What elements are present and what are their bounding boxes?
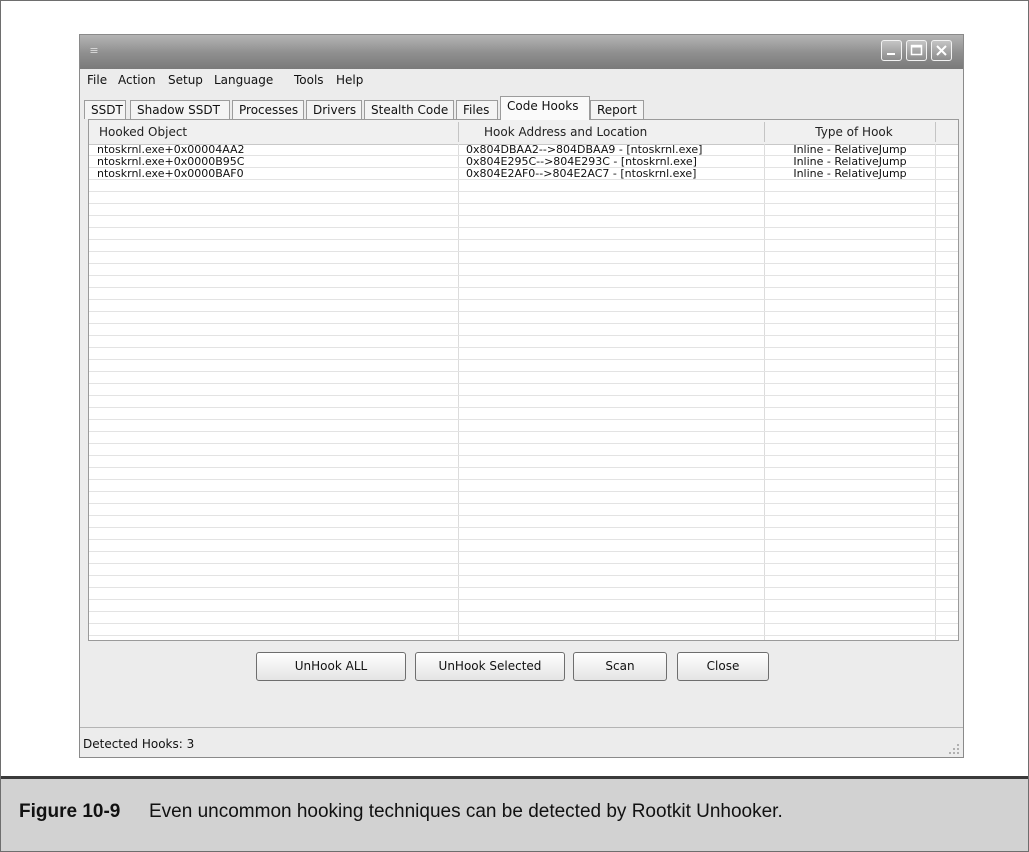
tab-files[interactable]: Files — [456, 100, 498, 119]
empty-row — [89, 420, 958, 432]
empty-row — [89, 408, 958, 420]
column-divider[interactable] — [764, 122, 765, 142]
column-header-hooked-object[interactable]: Hooked Object — [99, 125, 187, 139]
column-header-type-of-hook[interactable]: Type of Hook — [794, 125, 914, 139]
empty-row — [89, 564, 958, 576]
tab-stealth-code[interactable]: Stealth Code — [364, 100, 454, 119]
scan-button[interactable]: Scan — [573, 652, 667, 681]
minimize-icon — [887, 53, 895, 55]
column-header-hook-address[interactable]: Hook Address and Location — [484, 125, 647, 139]
empty-row — [89, 576, 958, 588]
empty-row — [89, 192, 958, 204]
system-menu-icon[interactable]: ≡ — [88, 44, 100, 58]
figure-area: ≡ File Action Setup Language Tools Help — [1, 1, 1028, 776]
menu-action[interactable]: Action — [118, 73, 156, 87]
tab-report[interactable]: Report — [590, 100, 644, 119]
close-window-button[interactable] — [931, 40, 952, 61]
hook-address-cell: 0x804E295C-->804E293C - [ntoskrnl.exe] — [466, 155, 697, 168]
table-row[interactable]: ntoskrnl.exe+0x0000BAF0 0x804E2AF0-->804… — [89, 168, 958, 180]
maximize-button[interactable] — [906, 40, 927, 61]
empty-row — [89, 492, 958, 504]
empty-row — [89, 180, 958, 192]
empty-row — [89, 588, 958, 600]
empty-row — [89, 288, 958, 300]
close-button[interactable]: Close — [677, 652, 769, 681]
empty-row — [89, 276, 958, 288]
empty-row — [89, 612, 958, 624]
empty-row — [89, 600, 958, 612]
empty-row — [89, 240, 958, 252]
empty-row — [89, 348, 958, 360]
empty-row — [89, 468, 958, 480]
tab-processes[interactable]: Processes — [232, 100, 304, 119]
maximize-icon — [910, 44, 923, 56]
empty-row — [89, 432, 958, 444]
tab-ssdt[interactable]: SSDT — [84, 100, 126, 119]
empty-row — [89, 216, 958, 228]
empty-row — [89, 312, 958, 324]
column-divider[interactable] — [935, 122, 936, 142]
resize-grip-icon[interactable] — [948, 743, 960, 755]
menu-tools[interactable]: Tools — [294, 73, 324, 87]
hooked-object-cell: ntoskrnl.exe+0x00004AA2 — [97, 143, 245, 156]
list-header: Hooked Object Hook Address and Location … — [89, 120, 958, 145]
empty-row — [89, 228, 958, 240]
empty-row — [89, 252, 958, 264]
empty-row — [89, 552, 958, 564]
unhook-all-button[interactable]: UnHook ALL — [256, 652, 406, 681]
empty-row — [89, 528, 958, 540]
empty-row — [89, 456, 958, 468]
figure-caption: Figure 10-9 Even uncommon hooking techni… — [1, 779, 1028, 851]
hooks-list[interactable]: Hooked Object Hook Address and Location … — [88, 119, 959, 641]
empty-row — [89, 372, 958, 384]
menu-file[interactable]: File — [87, 73, 107, 87]
empty-row — [89, 324, 958, 336]
caption-text: Even uncommon hooking techniques can be … — [149, 801, 783, 822]
empty-row — [89, 480, 958, 492]
hooked-object-cell: ntoskrnl.exe+0x0000B95C — [97, 155, 245, 168]
hook-type-cell: Inline - RelativeJump — [793, 155, 907, 168]
empty-row — [89, 384, 958, 396]
empty-row — [89, 300, 958, 312]
close-icon — [936, 45, 947, 56]
detected-hooks-status: Detected Hooks: 3 — [83, 737, 195, 751]
empty-row — [89, 204, 958, 216]
tab-code-hooks[interactable]: Code Hooks — [500, 96, 590, 120]
menu-language[interactable]: Language — [214, 73, 273, 87]
empty-row — [89, 336, 958, 348]
title-bar[interactable]: ≡ — [80, 35, 963, 69]
menu-setup[interactable]: Setup — [168, 73, 203, 87]
status-bar: Detected Hooks: 3 — [80, 727, 963, 758]
app-window: ≡ File Action Setup Language Tools Help — [79, 34, 964, 758]
unhook-selected-button[interactable]: UnHook Selected — [415, 652, 565, 681]
empty-row — [89, 444, 958, 456]
tab-drivers[interactable]: Drivers — [306, 100, 362, 119]
figure-frame: ≡ File Action Setup Language Tools Help — [0, 0, 1029, 852]
tab-strip: SSDT Shadow SSDT Processes Drivers Steal… — [80, 89, 963, 120]
tab-shadow-ssdt[interactable]: Shadow SSDT — [130, 100, 230, 119]
empty-row — [89, 624, 958, 636]
hooked-object-cell: ntoskrnl.exe+0x0000BAF0 — [97, 167, 244, 180]
empty-row — [89, 264, 958, 276]
hook-address-cell: 0x804E2AF0-->804E2AC7 - [ntoskrnl.exe] — [466, 167, 697, 180]
menu-help[interactable]: Help — [336, 73, 363, 87]
empty-row — [89, 504, 958, 516]
minimize-button[interactable] — [881, 40, 902, 61]
column-divider[interactable] — [458, 122, 459, 142]
empty-row — [89, 396, 958, 408]
caption-label: Figure 10-9 — [19, 801, 121, 822]
hook-type-cell: Inline - RelativeJump — [793, 143, 907, 156]
hook-address-cell: 0x804DBAA2-->804DBAA9 - [ntoskrnl.exe] — [466, 143, 703, 156]
list-rows: ntoskrnl.exe+0x00004AA2 0x804DBAA2-->804… — [89, 144, 958, 636]
empty-row — [89, 540, 958, 552]
empty-row — [89, 516, 958, 528]
empty-row — [89, 360, 958, 372]
hook-type-cell: Inline - RelativeJump — [793, 167, 907, 180]
menu-bar: File Action Setup Language Tools Help — [80, 69, 963, 89]
